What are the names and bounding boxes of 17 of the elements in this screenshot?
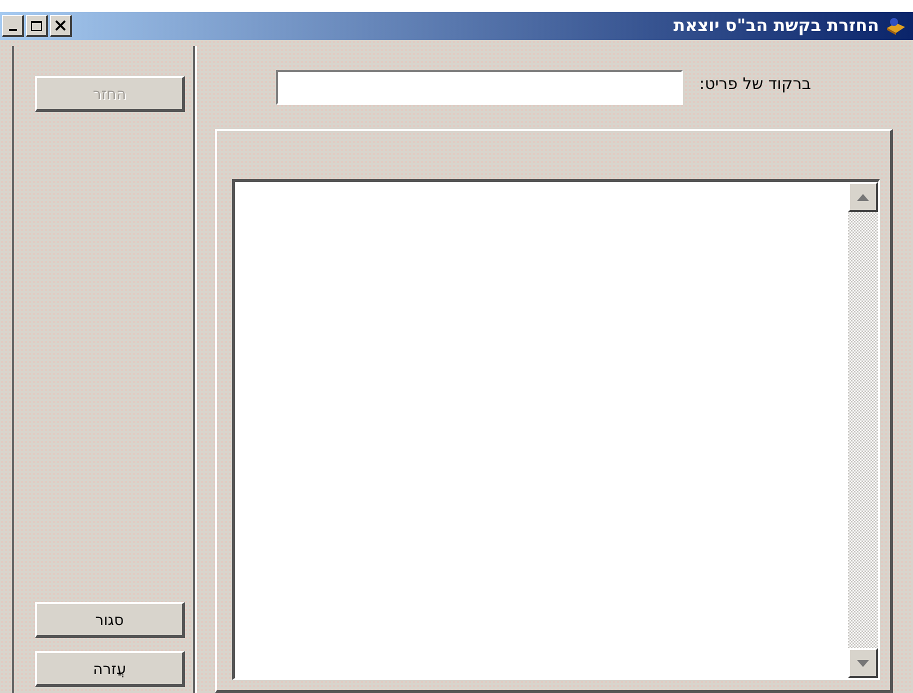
close-icon: [55, 20, 66, 31]
close-button[interactable]: סגור: [35, 602, 185, 638]
down-arrow-icon: [857, 660, 869, 666]
scroll-down-button[interactable]: [848, 648, 878, 678]
window-title: החזרת בקשת הב"ס יוצאת: [673, 16, 879, 36]
barcode-label: ברקוד של פריט:: [699, 73, 811, 93]
maximize-icon: [31, 20, 42, 30]
minimize-icon: [8, 28, 16, 30]
barcode-field[interactable]: [276, 70, 684, 105]
up-arrow-icon: [857, 194, 869, 200]
maximize-button[interactable]: [26, 15, 48, 37]
help-button[interactable]: עֲזרה: [35, 651, 185, 687]
app-icon: [885, 16, 907, 36]
scroll-up-button[interactable]: [848, 182, 878, 212]
minimize-button[interactable]: [2, 15, 24, 37]
close-button[interactable]: [50, 15, 72, 37]
scrollbar[interactable]: [848, 182, 878, 678]
